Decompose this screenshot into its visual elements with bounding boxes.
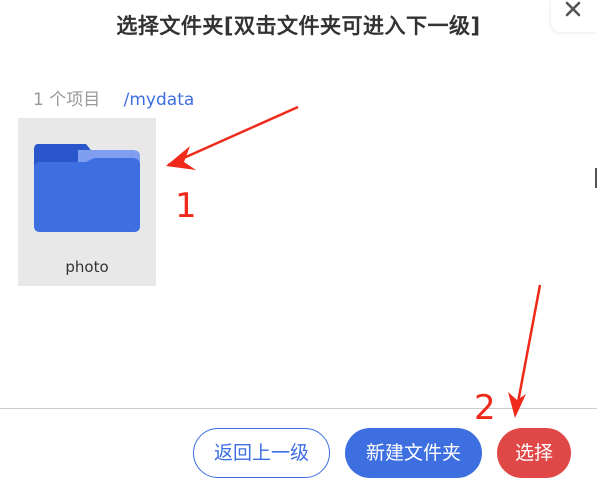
annotation-arrow-1 xyxy=(167,105,299,167)
folder-item-photo[interactable]: photo xyxy=(18,118,156,286)
close-button[interactable] xyxy=(551,0,597,32)
breadcrumb: 1 个项目 /mydata xyxy=(33,85,194,110)
footer-divider xyxy=(0,408,597,409)
select-button[interactable]: 选择 xyxy=(497,428,571,478)
folder-icon xyxy=(34,144,140,232)
close-icon[interactable] xyxy=(561,0,585,24)
folder-picker-dialog: 选择文件夹[双击文件夹可进入下一级] 1 个项目 /mydata photo 返… xyxy=(0,0,597,492)
folder-name: photo xyxy=(65,258,109,276)
annotation-marker-2: 2 xyxy=(474,388,496,428)
current-path-link[interactable]: /mydata xyxy=(124,90,195,110)
annotation-arrowhead-1 xyxy=(166,146,196,170)
annotation-arrowhead-2 xyxy=(508,392,526,418)
annotation-marker-1: 1 xyxy=(175,186,197,226)
dialog-title: 选择文件夹[双击文件夹可进入下一级] xyxy=(116,14,481,38)
new-folder-button[interactable]: 新建文件夹 xyxy=(345,428,482,478)
back-to-parent-button[interactable]: 返回上一级 xyxy=(193,428,330,478)
item-count: 1 个项目 xyxy=(33,90,101,110)
annotation-arrow-2 xyxy=(514,284,542,414)
